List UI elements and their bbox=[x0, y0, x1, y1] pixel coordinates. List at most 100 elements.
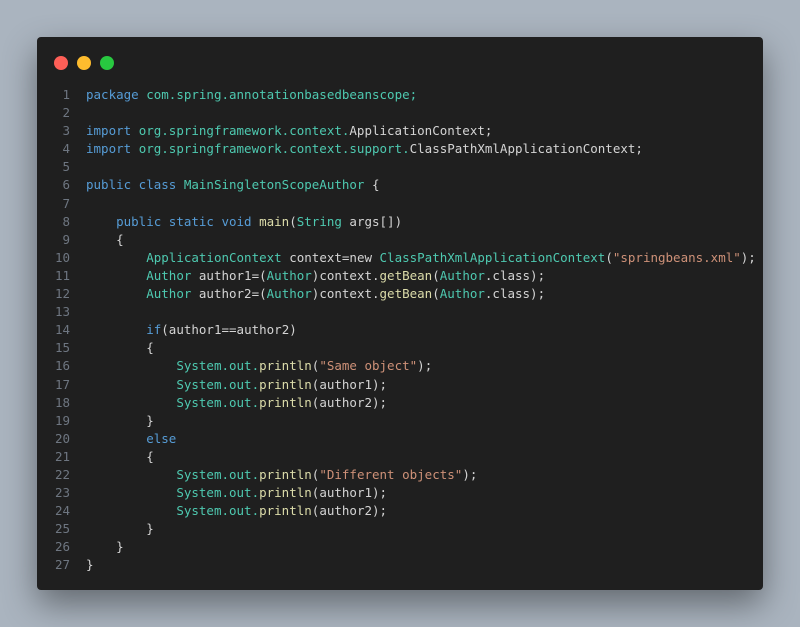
code-token: com.spring.annotationbasedbeanscope; bbox=[146, 87, 418, 102]
line-number: 15 bbox=[54, 340, 70, 356]
code-token: System.out. bbox=[176, 466, 260, 482]
code-line: 19 } bbox=[37, 412, 763, 430]
code-line: 1 package com.spring.annotationbasedbeans… bbox=[37, 86, 763, 104]
code-token: (author1); bbox=[311, 485, 388, 501]
code-line: 12 Author author2=(Author)context.getBea… bbox=[37, 285, 763, 303]
code-token: println bbox=[259, 466, 312, 482]
code-token: { bbox=[364, 177, 380, 193]
code-token: ( bbox=[289, 213, 297, 229]
code-token: ClassPathXmlApplicationContext; bbox=[409, 141, 643, 157]
line-source: System.out.println(author2); bbox=[86, 394, 763, 412]
code-token: getBean bbox=[379, 286, 433, 302]
code-block: 1 package com.spring.annotationbasedbeans… bbox=[37, 86, 763, 575]
code-token: .class); bbox=[484, 267, 546, 283]
code-token: { bbox=[86, 231, 124, 247]
code-token: public static void bbox=[116, 213, 260, 229]
code-token: ( bbox=[432, 286, 440, 302]
code-token: ( bbox=[432, 267, 440, 283]
line-number: 27 bbox=[54, 557, 70, 573]
code-token: println bbox=[259, 358, 312, 374]
code-token: System.out. bbox=[176, 394, 260, 410]
code-token: org.springframework.context.support. bbox=[138, 141, 410, 157]
code-token: } bbox=[86, 521, 154, 537]
line-source: else bbox=[86, 430, 763, 448]
line-number: 10 bbox=[54, 249, 70, 265]
line-source bbox=[86, 104, 763, 122]
code-token: String bbox=[296, 213, 342, 229]
line-number: 12 bbox=[54, 286, 70, 302]
code-line: 25 } bbox=[37, 520, 763, 538]
code-line: 13 bbox=[37, 303, 763, 321]
line-source: } bbox=[86, 538, 763, 556]
code-token: )context. bbox=[311, 267, 380, 283]
code-line: 8 public static void main(String args[]) bbox=[37, 213, 763, 231]
line-source: if(author1==author2) bbox=[86, 321, 763, 339]
line-number: 25 bbox=[54, 521, 70, 537]
code-line: 23 System.out.println(author1); bbox=[37, 484, 763, 502]
code-line: 3 import org.springframework.context.Appl… bbox=[37, 122, 763, 140]
code-window: 1 package com.spring.annotationbasedbeans… bbox=[37, 37, 763, 590]
line-source: public class MainSingletonScopeAuthor { bbox=[86, 176, 763, 194]
line-source: { bbox=[86, 448, 763, 466]
window-controls bbox=[54, 56, 114, 70]
code-token: (author1==author2) bbox=[161, 322, 297, 338]
line-source: Author author1=(Author)context.getBean(A… bbox=[86, 267, 763, 285]
line-source: import org.springframework.context.Appli… bbox=[86, 122, 763, 140]
code-token: (author1); bbox=[311, 376, 388, 392]
code-token: ); bbox=[740, 249, 756, 265]
code-token: println bbox=[259, 485, 312, 501]
code-token: public class bbox=[86, 177, 184, 193]
line-number: 20 bbox=[54, 430, 70, 446]
code-token: (author2); bbox=[311, 394, 388, 410]
code-line: 7 bbox=[37, 195, 763, 213]
code-line: 21 { bbox=[37, 448, 763, 466]
code-line: 4 import org.springframework.context.supp… bbox=[37, 140, 763, 158]
code-line: 6 public class MainSingletonScopeAuthor { bbox=[37, 176, 763, 194]
minimize-icon[interactable] bbox=[77, 56, 91, 70]
code-token: )context. bbox=[311, 286, 380, 302]
line-source bbox=[86, 158, 763, 176]
code-token: if bbox=[146, 322, 162, 338]
code-token: Author bbox=[266, 267, 312, 283]
code-token: Author bbox=[439, 267, 485, 283]
code-token: println bbox=[259, 376, 312, 392]
line-number: 13 bbox=[54, 304, 70, 320]
code-line: 24 System.out.println(author2); bbox=[37, 502, 763, 520]
code-line: 10 ApplicationContext context=new ClassP… bbox=[37, 249, 763, 267]
close-icon[interactable] bbox=[54, 56, 68, 70]
code-line: 15 { bbox=[37, 339, 763, 357]
maximize-icon[interactable] bbox=[100, 56, 114, 70]
line-number: 19 bbox=[54, 412, 70, 428]
code-token: main bbox=[259, 213, 290, 229]
code-token: Author bbox=[266, 286, 312, 302]
line-source: { bbox=[86, 339, 763, 357]
line-source: Author author2=(Author)context.getBean(A… bbox=[86, 285, 763, 303]
line-source bbox=[86, 195, 763, 213]
code-line: 27} bbox=[37, 556, 763, 574]
line-number: 14 bbox=[54, 322, 70, 338]
line-number: 7 bbox=[62, 195, 70, 211]
code-token: args[]) bbox=[341, 213, 403, 229]
line-source: { bbox=[86, 231, 763, 249]
code-token: ApplicationContext; bbox=[349, 123, 493, 139]
code-token: System.out. bbox=[176, 485, 260, 501]
line-number: 23 bbox=[54, 485, 70, 501]
code-line: 22 System.out.println("Different objects… bbox=[37, 466, 763, 484]
line-number: 4 bbox=[62, 141, 70, 157]
code-token: Author bbox=[146, 286, 192, 302]
code-token: author2=( bbox=[191, 286, 267, 302]
line-number: 24 bbox=[54, 503, 70, 519]
code-token: Author bbox=[146, 267, 192, 283]
code-token: println bbox=[259, 503, 312, 519]
line-source: System.out.println(author2); bbox=[86, 502, 763, 520]
code-token: "Same object" bbox=[319, 358, 418, 374]
code-line: 18 System.out.println(author2); bbox=[37, 394, 763, 412]
